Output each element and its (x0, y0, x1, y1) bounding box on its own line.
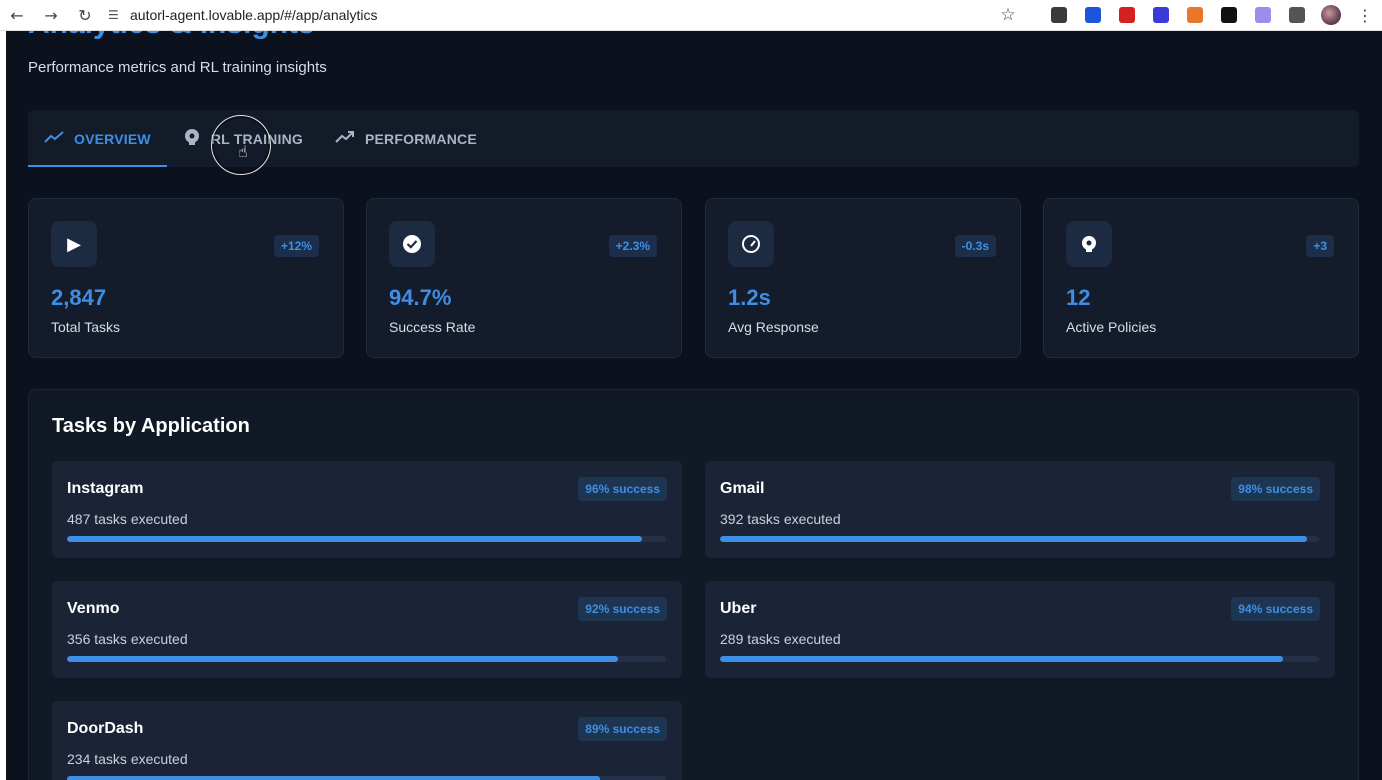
stat-delta-badge: +2.3% (608, 235, 657, 257)
gauge-icon (728, 221, 774, 267)
app-name: Uber (720, 600, 757, 617)
browser-toolbar: ← → ↻ ☰ autorl-agent.lovable.app/#/app/a… (0, 0, 1382, 31)
extensions-puzzle-icon[interactable] (1280, 0, 1314, 31)
extension-5-icon (1187, 7, 1203, 23)
progress-fill (67, 776, 601, 780)
tab-overview-label: OVERVIEW (74, 130, 151, 147)
stat-delta-badge: +12% (273, 235, 319, 257)
success-badge: 96% success (578, 477, 667, 501)
extension-7-icon (1255, 7, 1271, 23)
tab-performance-label: PERFORMANCE (364, 130, 477, 147)
stat-label: Active Policies (1066, 319, 1157, 335)
progress-fill (720, 656, 1284, 662)
browser-menu-icon[interactable]: ⋮ (1348, 6, 1382, 25)
success-progress-bar (720, 536, 1319, 542)
cursor-hand-icon: ☝ (238, 142, 248, 161)
app-card-venmo[interactable]: Venmo 92% success 356 tasks executed (52, 581, 682, 678)
back-icon[interactable]: ← (0, 0, 34, 31)
tasks-count: 392 tasks executed (720, 511, 841, 527)
tasks-count: 356 tasks executed (67, 631, 188, 647)
success-progress-bar (67, 536, 666, 542)
tasks-count: 289 tasks executed (720, 631, 841, 647)
success-progress-bar (720, 656, 1319, 662)
check-circle-icon (389, 221, 435, 267)
page-subtitle: Performance metrics and RL training insi… (28, 59, 327, 76)
analytics-page: Analytics & Insights Performance metrics… (6, 31, 1382, 780)
trending-up-icon (335, 129, 355, 148)
tab-performance[interactable]: PERFORMANCE (319, 110, 493, 167)
app-name: Venmo (67, 600, 120, 617)
play-icon: ▶ (51, 221, 97, 267)
success-badge: 89% success (578, 717, 667, 741)
tab-overview[interactable]: OVERVIEW (28, 110, 167, 167)
stat-value: 1.2s (728, 285, 771, 310)
site-settings-icon[interactable]: ☰ (108, 8, 130, 22)
url-text[interactable]: autorl-agent.lovable.app/#/app/analytics (130, 7, 378, 23)
tasks-by-application-panel: Tasks by Application Instagram 96% succe… (28, 389, 1359, 780)
address-bar[interactable]: ☰ autorl-agent.lovable.app/#/app/analyti… (108, 0, 992, 31)
extension-3-icon (1119, 7, 1135, 23)
app-name: Gmail (720, 480, 765, 497)
tasks-count: 487 tasks executed (67, 511, 188, 527)
extension-icon[interactable] (1042, 0, 1076, 31)
app-card-instagram[interactable]: Instagram 96% success 487 tasks executed (52, 461, 682, 558)
stat-value: 94.7% (389, 285, 452, 310)
extension-4-icon (1153, 7, 1169, 23)
app-card-doordash[interactable]: DoorDash 89% success 234 tasks executed (52, 701, 682, 780)
stat-card-success-rate: +2.3% 94.7% Success Rate (366, 198, 682, 358)
stat-label: Success Rate (389, 319, 476, 335)
extension-icon[interactable] (1110, 0, 1144, 31)
app-name: DoorDash (67, 720, 144, 737)
app-name: Instagram (67, 480, 144, 497)
brain-icon (183, 128, 201, 150)
progress-fill (67, 656, 619, 662)
bookmark-star-icon[interactable]: ☆ (992, 5, 1024, 25)
success-progress-bar (67, 656, 666, 662)
profile-avatar[interactable] (1314, 0, 1348, 31)
app-card-uber[interactable]: Uber 94% success 289 tasks executed (705, 581, 1335, 678)
extension-2-icon (1085, 7, 1101, 23)
stat-value: 12 (1066, 285, 1091, 310)
page-title: Analytics & Insights (28, 31, 315, 41)
stat-card-avg-response: -0.3s 1.2s Avg Response (705, 198, 1021, 358)
success-badge: 98% success (1231, 477, 1320, 501)
extension-icon[interactable] (1178, 0, 1212, 31)
extension-icon[interactable] (1076, 0, 1110, 31)
stat-label: Avg Response (728, 319, 819, 335)
stat-card-active-policies: +3 12 Active Policies (1043, 198, 1359, 358)
avatar (1321, 5, 1341, 25)
progress-fill (67, 536, 643, 542)
reload-icon[interactable]: ↻ (68, 0, 102, 31)
extension-icon[interactable] (1246, 0, 1280, 31)
stat-card-total-tasks: ▶ +12% 2,847 Total Tasks (28, 198, 344, 358)
success-progress-bar (67, 776, 666, 780)
extension-icon[interactable] (1212, 0, 1246, 31)
stat-delta-badge: -0.3s (954, 235, 996, 257)
brain-icon (1066, 221, 1112, 267)
section-title: Tasks by Application (52, 415, 250, 437)
app-card-gmail[interactable]: Gmail 98% success 392 tasks executed (705, 461, 1335, 558)
forward-icon[interactable]: → (34, 0, 68, 31)
stat-label: Total Tasks (51, 319, 120, 335)
success-badge: 94% success (1231, 597, 1320, 621)
extension-6-icon (1221, 7, 1237, 23)
tasks-count: 234 tasks executed (67, 751, 188, 767)
success-badge: 92% success (578, 597, 667, 621)
stat-delta-badge: +3 (1306, 235, 1334, 257)
extension-icon[interactable] (1144, 0, 1178, 31)
extension-8-icon (1289, 7, 1305, 23)
trending-line-icon (44, 129, 64, 148)
extension-1-icon (1051, 7, 1067, 23)
progress-fill (720, 536, 1308, 542)
stat-value: 2,847 (51, 285, 107, 310)
